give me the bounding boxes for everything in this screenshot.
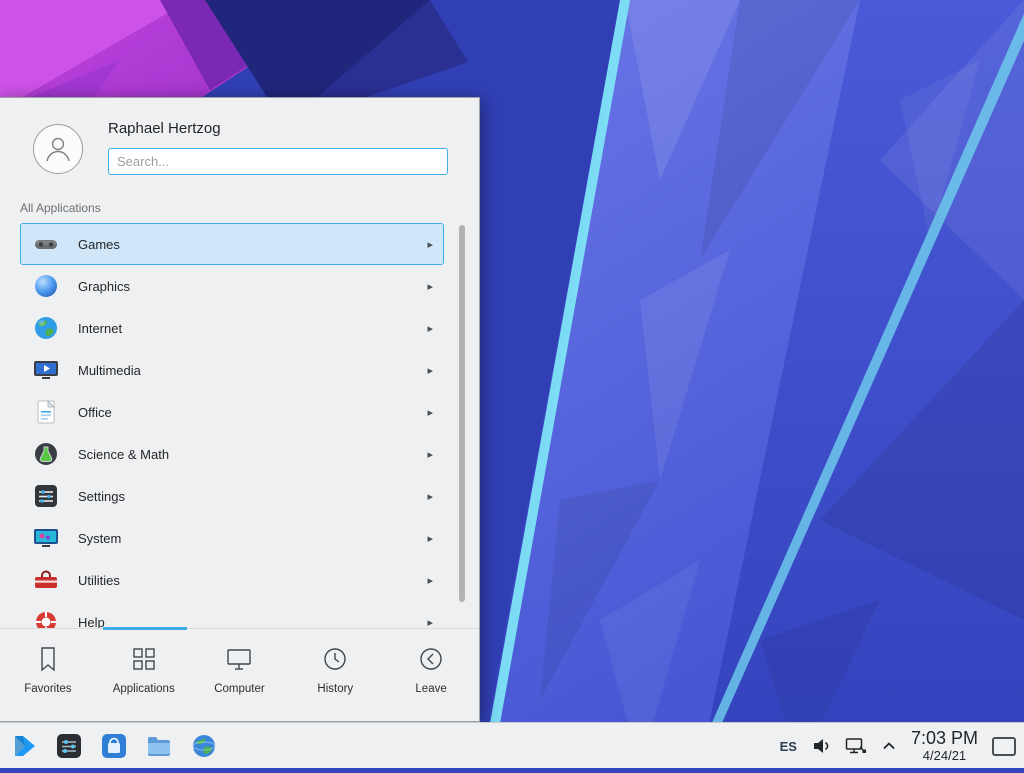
tray-expander-icon[interactable] [881, 739, 897, 753]
software-center-icon[interactable] [100, 732, 128, 760]
network-icon[interactable] [845, 736, 867, 756]
flask-icon [33, 441, 59, 467]
bookmark-icon [33, 644, 63, 674]
category-row-internet[interactable]: Internet ▸ [20, 307, 444, 349]
volume-icon[interactable] [811, 736, 831, 756]
submenu-arrow-icon: ▸ [427, 616, 433, 629]
submenu-arrow-icon: ▸ [427, 448, 433, 461]
scrollbar-track[interactable] [459, 225, 465, 625]
system-settings-icon[interactable] [55, 732, 83, 760]
category-label: Help [78, 615, 105, 629]
category-label: Science & Math [78, 447, 169, 462]
category-row-utilities[interactable]: Utilities ▸ [20, 559, 444, 601]
gamepad-icon [33, 231, 59, 257]
toolbox-icon [33, 567, 59, 593]
tab-leave[interactable]: Leave [383, 629, 479, 723]
category-label: Settings [78, 489, 125, 504]
category-row-system[interactable]: System ▸ [20, 517, 444, 559]
submenu-arrow-icon: ▸ [427, 532, 433, 545]
category-row-settings[interactable]: Settings ▸ [20, 475, 444, 517]
search-input[interactable] [108, 148, 448, 175]
launcher-header: Raphael Hertzog [0, 98, 479, 190]
tab-label: Applications [113, 683, 175, 695]
submenu-arrow-icon: ▸ [427, 364, 433, 377]
file-manager-icon[interactable] [145, 732, 173, 760]
clock-icon [320, 644, 350, 674]
submenu-arrow-icon: ▸ [427, 574, 433, 587]
user-icon [41, 132, 75, 166]
category-row-science-math[interactable]: Science & Math ▸ [20, 433, 444, 475]
section-label: All Applications [20, 201, 101, 215]
tab-label: Leave [415, 683, 446, 695]
application-launcher-menu: Raphael Hertzog All Applications Games ▸… [0, 97, 480, 722]
category-row-graphics[interactable]: Graphics ▸ [20, 265, 444, 307]
category-list: Games ▸ Graphics ▸ Internet ▸ Multimedia… [20, 223, 444, 628]
category-label: Utilities [78, 573, 120, 588]
launcher-footer: Favorites Applications Computer History … [0, 628, 479, 723]
leave-icon [416, 644, 446, 674]
taskbar: ES 7:03 PM 4/24/21 [0, 722, 1024, 768]
category-row-multimedia[interactable]: Multimedia ▸ [20, 349, 444, 391]
category-row-office[interactable]: Office ▸ [20, 391, 444, 433]
category-label: Graphics [78, 279, 130, 294]
document-icon [33, 399, 59, 425]
submenu-arrow-icon: ▸ [427, 490, 433, 503]
category-label: Multimedia [78, 363, 141, 378]
help-ring-icon [33, 609, 59, 628]
clock-time: 7:03 PM [911, 729, 978, 749]
system-tray: ES 7:03 PM 4/24/21 [780, 723, 1024, 769]
scrollbar-handle[interactable] [459, 225, 465, 602]
tab-label: History [317, 683, 353, 695]
tab-favorites[interactable]: Favorites [0, 629, 96, 723]
grid-icon [129, 644, 159, 674]
taskbar-app-icons [0, 723, 218, 769]
show-desktop-button[interactable] [992, 737, 1016, 756]
category-label: Office [78, 405, 112, 420]
keyboard-layout-indicator[interactable]: ES [780, 739, 797, 754]
tab-label: Computer [214, 683, 265, 695]
tab-label: Favorites [24, 683, 71, 695]
active-tab-indicator [103, 627, 187, 630]
sphere-icon [33, 273, 59, 299]
kickoff-launcher-icon[interactable] [10, 732, 38, 760]
user-name: Raphael Hertzog [108, 120, 221, 137]
submenu-arrow-icon: ▸ [427, 280, 433, 293]
sliders-icon [33, 483, 59, 509]
submenu-arrow-icon: ▸ [427, 238, 433, 251]
submenu-arrow-icon: ▸ [427, 406, 433, 419]
digital-clock[interactable]: 7:03 PM 4/24/21 [911, 729, 978, 763]
monitor-icon [224, 644, 254, 674]
tab-history[interactable]: History [287, 629, 383, 723]
clock-date: 4/24/21 [923, 749, 966, 763]
tab-computer[interactable]: Computer [192, 629, 288, 723]
category-row-games[interactable]: Games ▸ [20, 223, 444, 265]
tab-applications[interactable]: Applications [96, 629, 192, 723]
category-label: System [78, 531, 121, 546]
system-monitor-icon [33, 525, 59, 551]
user-avatar[interactable] [33, 124, 83, 174]
globe-icon [33, 315, 59, 341]
submenu-arrow-icon: ▸ [427, 322, 433, 335]
category-label: Games [78, 237, 120, 252]
media-player-icon [33, 357, 59, 383]
web-browser-icon[interactable] [190, 732, 218, 760]
category-row-help[interactable]: Help ▸ [20, 601, 444, 628]
category-label: Internet [78, 321, 122, 336]
